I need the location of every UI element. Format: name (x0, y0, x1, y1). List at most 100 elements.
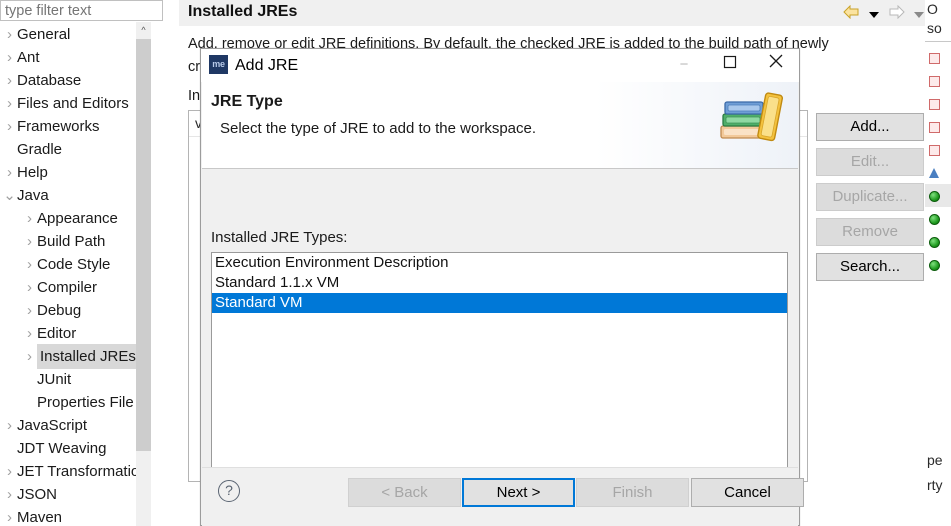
list-item[interactable] (925, 230, 951, 253)
sidebar-item-label: Debug (37, 301, 82, 319)
add-jre-dialog: me Add JRE − JRE Type Select the type of… (200, 48, 804, 526)
jre-types-label: Installed JRE Types: (211, 229, 348, 246)
dialog-header-band: JRE Type Select the type of JRE to add t… (202, 82, 798, 169)
sidebar-item-label: Help (17, 163, 48, 181)
list-item[interactable] (925, 46, 951, 69)
chevron-right-icon[interactable]: › (2, 69, 17, 92)
sidebar-item-label: Ant (17, 48, 40, 66)
chevron-right-icon[interactable]: › (2, 161, 17, 184)
remove-button: Remove (816, 218, 924, 246)
right-strip-partial-text-3: pe (927, 452, 943, 468)
edit-button: Edit... (816, 148, 924, 176)
chevron-right-icon[interactable]: › (22, 276, 37, 299)
page-title: Installed JREs (188, 3, 298, 20)
scroll-up-icon[interactable]: ^ (136, 22, 151, 39)
chevron-right-icon[interactable]: › (2, 460, 17, 483)
chevron-down-icon[interactable]: ⌄ (2, 184, 17, 207)
sidebar-scrollbar[interactable]: ^ (136, 22, 151, 526)
chevron-right-icon[interactable]: › (2, 92, 17, 115)
blue-triangle-marker (929, 168, 939, 179)
maximize-icon[interactable] (707, 49, 753, 81)
sidebar-item-label: Maven (17, 508, 63, 526)
red-square-marker (929, 121, 940, 133)
chevron-down-icon-2[interactable] (914, 1, 925, 27)
chevron-right-icon[interactable]: › (22, 230, 37, 253)
dialog-footer: ? < Back Next > Finish Cancel (202, 467, 804, 525)
list-item[interactable] (925, 184, 951, 207)
sidebar-item-label: JUnit (37, 370, 72, 388)
cancel-button[interactable]: Cancel (691, 478, 804, 507)
chevron-right-icon[interactable]: › (22, 253, 37, 276)
red-square-marker (929, 75, 940, 87)
list-item[interactable] (925, 253, 951, 276)
list-item[interactable] (925, 115, 951, 138)
green-circle-marker (929, 259, 940, 271)
right-strip-markers[interactable] (925, 46, 951, 276)
sidebar-item-label: Properties File (37, 393, 134, 411)
search-button[interactable]: Search... (816, 253, 924, 281)
red-square-marker (929, 52, 940, 64)
chevron-right-icon[interactable]: › (22, 345, 37, 368)
sidebar-item-label: JET Transformatio (17, 462, 140, 480)
close-icon[interactable] (753, 49, 799, 81)
chevron-right-icon[interactable]: › (2, 23, 17, 46)
sidebar-item-label: JSON (17, 485, 58, 503)
sidebar-item-label: Code Style (37, 255, 111, 273)
sidebar-item-label: Compiler (37, 278, 98, 296)
chevron-right-icon[interactable]: › (22, 207, 37, 230)
filter-input[interactable] (0, 0, 163, 21)
red-square-marker (929, 144, 940, 156)
chevron-right-icon[interactable]: › (2, 115, 17, 138)
question-mark-icon[interactable]: ? (218, 480, 240, 502)
red-square-marker (929, 98, 940, 110)
green-circle-marker (929, 190, 940, 202)
green-circle-marker (929, 213, 940, 225)
me-app-icon: me (209, 55, 228, 74)
right-strip-partial-text-2: so (927, 20, 942, 36)
dialog-titlebar[interactable]: me Add JRE − (201, 49, 799, 82)
sidebar-item-label: Gradle (17, 140, 63, 158)
sidebar-item-label: Java (17, 186, 49, 204)
preferences-sidebar: ›General›Ant›Database›Files and Editors›… (0, 0, 167, 526)
list-item[interactable]: Standard 1.1.x VM (212, 273, 787, 293)
right-strip-bottom: pe rty (925, 448, 951, 498)
chevron-right-icon[interactable]: › (22, 299, 37, 322)
sidebar-item-label: Installed JREs (37, 344, 139, 369)
chevron-right-icon[interactable]: › (2, 483, 17, 506)
dialog-title: Add JRE (235, 57, 299, 74)
minimize-icon[interactable]: − (661, 49, 707, 81)
back-arrow-icon[interactable] (843, 1, 860, 27)
next-button[interactable]: Next > (462, 478, 575, 507)
sidebar-item-label: Frameworks (17, 117, 100, 135)
add-button[interactable]: Add... (816, 113, 924, 141)
chevron-right-icon[interactable]: › (2, 506, 17, 526)
sidebar-item-label: Editor (37, 324, 77, 342)
list-item[interactable] (925, 138, 951, 161)
list-item[interactable]: Execution Environment Description (212, 253, 787, 273)
dialog-subheading: Select the type of JRE to add to the wor… (220, 120, 537, 137)
finish-button: Finish (576, 478, 689, 507)
list-item[interactable] (925, 207, 951, 230)
chevron-right-icon[interactable]: › (22, 322, 37, 345)
forward-arrow-icon[interactable] (888, 1, 905, 27)
list-item[interactable] (925, 92, 951, 115)
scrollbar-thumb[interactable] (136, 39, 151, 451)
sidebar-item-label: Appearance (37, 209, 118, 227)
right-strip-partial-text-1: O (927, 1, 938, 17)
chevron-down-icon[interactable] (869, 1, 880, 27)
sidebar-item-label: JavaScript (17, 416, 88, 434)
back-button: < Back (348, 478, 461, 507)
list-item[interactable]: Standard VM (212, 293, 787, 313)
dialog-heading: JRE Type (211, 93, 283, 110)
sidebar-item-label: JDT Weaving (17, 439, 107, 457)
chevron-right-icon[interactable]: › (2, 46, 17, 69)
list-item[interactable] (925, 69, 951, 92)
list-item[interactable] (925, 161, 951, 184)
chevron-right-icon[interactable]: › (2, 414, 17, 437)
sidebar-item-label: Files and Editors (17, 94, 129, 112)
sidebar-item-label: Build Path (37, 232, 106, 250)
books-stack-icon (713, 86, 793, 146)
